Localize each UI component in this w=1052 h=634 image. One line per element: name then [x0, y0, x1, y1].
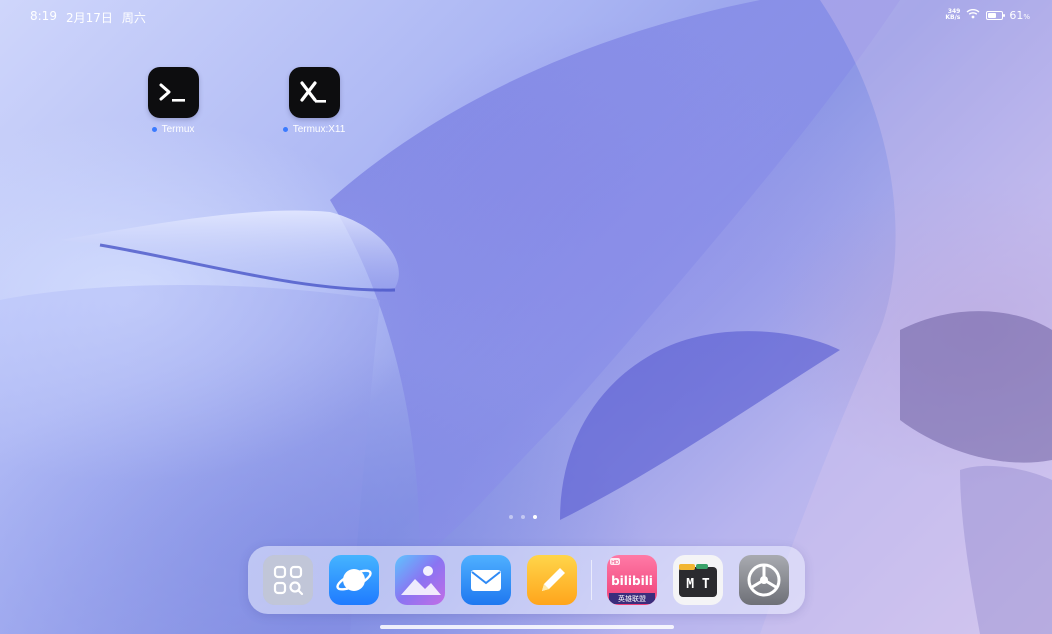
termux-x11-icon	[289, 67, 340, 118]
mt-manager-icon: M T	[673, 555, 723, 605]
gallery-icon	[395, 555, 445, 605]
dock-divider	[591, 560, 592, 600]
new-install-dot	[152, 127, 157, 132]
settings-gear-icon	[739, 555, 789, 605]
page-dot[interactable]	[521, 515, 525, 519]
network-speed-unit: KB/s	[945, 15, 960, 21]
status-right: 349 KB/s 61%	[945, 8, 1030, 22]
home-indicator[interactable]	[380, 625, 674, 629]
termux-icon	[148, 67, 199, 118]
date: 2月17日	[66, 9, 113, 26]
battery-icon	[986, 11, 1003, 20]
dock: HD bilibili 英雄联盟 M T	[248, 546, 805, 614]
app-label-text: Termux	[162, 124, 195, 135]
new-install-dot	[283, 127, 288, 132]
app-label-text: Termux:X11	[293, 124, 346, 135]
weekday: 周六	[122, 9, 146, 26]
app-label: Termux:X11	[264, 124, 364, 135]
page-dot[interactable]	[509, 515, 513, 519]
dock-browser[interactable]	[329, 555, 379, 605]
mail-icon	[461, 555, 511, 605]
page-dot-active[interactable]	[533, 515, 537, 519]
network-speed: 349 KB/s	[945, 9, 960, 21]
dock-app-drawer[interactable]	[263, 555, 313, 605]
app-drawer-icon	[263, 555, 313, 605]
notes-pencil-icon	[527, 555, 577, 605]
app-termux[interactable]: Termux	[123, 67, 223, 135]
app-termux-x11[interactable]: Termux:X11	[264, 67, 364, 135]
dock-notes[interactable]	[527, 555, 577, 605]
browser-planet-icon	[329, 555, 379, 605]
bilibili-icon: HD bilibili 英雄联盟	[607, 555, 657, 605]
status-bar: 8:19 2月17日 周六 349 KB/s 61%	[0, 0, 1052, 34]
dock-mail[interactable]	[461, 555, 511, 605]
page-indicator	[509, 515, 537, 519]
clock: 8:19	[30, 9, 57, 26]
home-screen: 8:19 2月17日 周六 349 KB/s 61%	[0, 0, 1052, 634]
svg-text:bilibili: bilibili	[611, 574, 653, 588]
dock-bilibili[interactable]: HD bilibili 英雄联盟	[607, 555, 657, 605]
dock-settings[interactable]	[739, 555, 789, 605]
svg-text:HD: HD	[611, 560, 619, 566]
dock-mt-manager[interactable]: M T	[673, 555, 723, 605]
svg-text:英雄联盟: 英雄联盟	[618, 594, 646, 603]
battery-percent: 61%	[1009, 9, 1030, 22]
dock-gallery[interactable]	[395, 555, 445, 605]
wifi-icon	[966, 8, 980, 22]
app-label: Termux	[123, 124, 223, 135]
svg-text:M T: M T	[686, 577, 710, 592]
status-left: 8:19 2月17日 周六	[30, 9, 146, 26]
